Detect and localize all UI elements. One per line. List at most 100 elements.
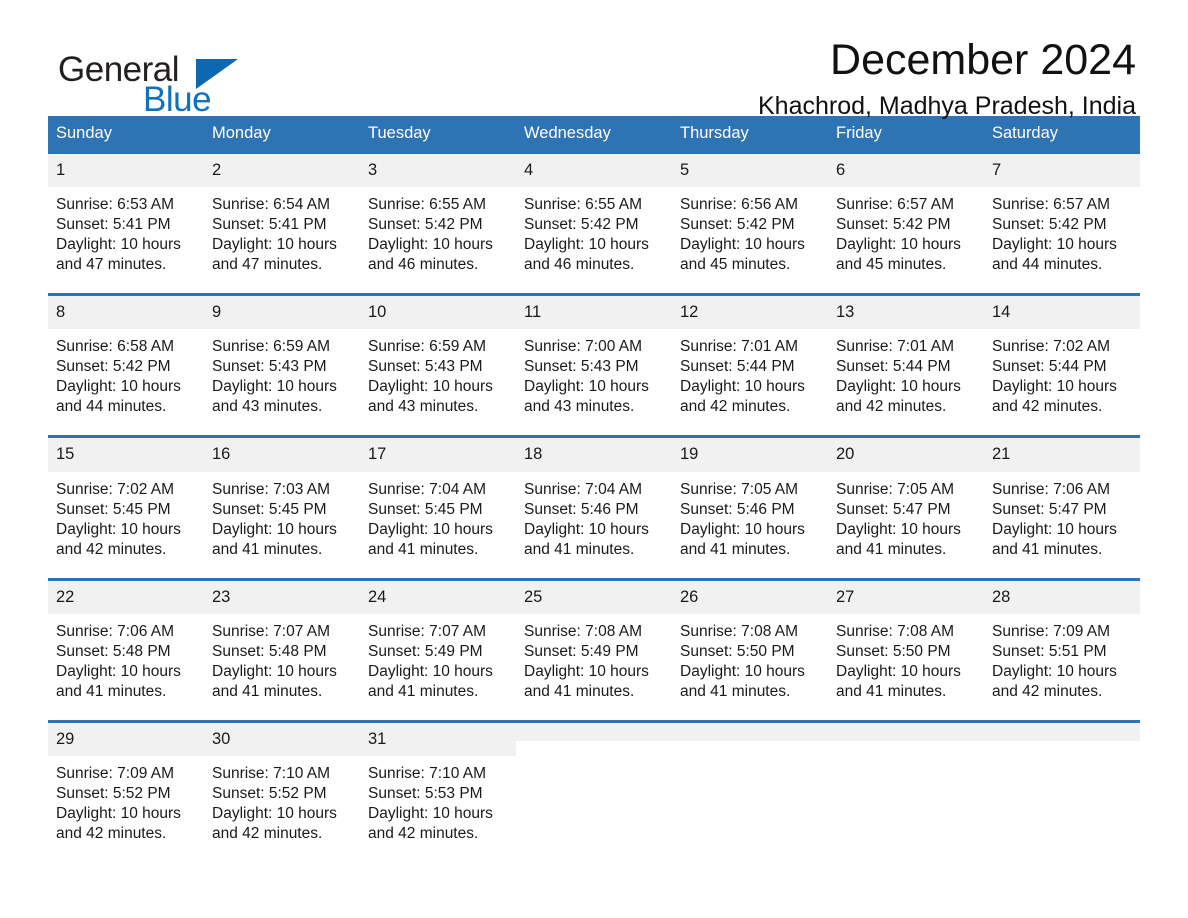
calendar-header-row: Sunday Monday Tuesday Wednesday Thursday… bbox=[48, 116, 1140, 153]
sunset-text: Sunset: 5:41 PM bbox=[212, 216, 327, 234]
sunset-text: Sunset: 5:42 PM bbox=[524, 216, 639, 234]
sunset-text: Sunset: 5:49 PM bbox=[524, 642, 639, 660]
daylight-text: Daylight: 10 hours and 41 minutes. bbox=[836, 662, 961, 700]
day-details: Sunrise: 7:09 AM Sunset: 5:52 PM Daylight:… bbox=[48, 756, 204, 846]
sunset-text: Sunset: 5:50 PM bbox=[836, 642, 951, 660]
sunset-text: Sunset: 5:44 PM bbox=[836, 358, 951, 376]
calendar-day-cell[interactable]: 31 Sunrise: 7:10 AM Sunset: 5:53 PM Dayligh… bbox=[360, 719, 516, 846]
calendar-day-cell[interactable]: 10 Sunrise: 6:59 AM Sunset: 5:43 PM Dayligh… bbox=[360, 293, 516, 420]
generalblue-logo[interactable]: General Blue bbox=[48, 38, 263, 119]
day-details: Sunrise: 7:05 AM Sunset: 5:46 PM Daylight:… bbox=[672, 472, 828, 562]
logo-text-blue: Blue bbox=[143, 80, 212, 119]
sunrise-text: Sunrise: 6:53 AM bbox=[56, 196, 175, 214]
calendar-day-cell[interactable]: 20 Sunrise: 7:05 AM Sunset: 5:47 PM Dayligh… bbox=[828, 435, 984, 562]
day-details: Sunrise: 7:02 AM Sunset: 5:44 PM Daylight:… bbox=[984, 329, 1140, 419]
calendar-day-cell[interactable]: 25 Sunrise: 7:08 AM Sunset: 5:49 PM Dayligh… bbox=[516, 577, 672, 704]
calendar-day-cell[interactable]: 4 Sunrise: 6:55 AM Sunset: 5:42 PM Daylight… bbox=[516, 151, 672, 278]
calendar-day-cell[interactable]: 30 Sunrise: 7:10 AM Sunset: 5:52 PM Dayligh… bbox=[204, 719, 360, 846]
sunset-text: Sunset: 5:45 PM bbox=[212, 500, 327, 518]
day-details: Sunrise: 7:00 AM Sunset: 5:43 PM Daylight:… bbox=[516, 329, 672, 419]
day-details: Sunrise: 6:59 AM Sunset: 5:43 PM Daylight:… bbox=[360, 329, 516, 419]
calendar-day-cell[interactable]: 28 Sunrise: 7:09 AM Sunset: 5:51 PM Dayligh… bbox=[984, 577, 1140, 704]
day-number: 26 bbox=[672, 580, 828, 614]
calendar-day-cell[interactable]: 19 Sunrise: 7:05 AM Sunset: 5:46 PM Dayligh… bbox=[672, 435, 828, 562]
calendar-day-cell[interactable]: 11 Sunrise: 7:00 AM Sunset: 5:43 PM Dayligh… bbox=[516, 293, 672, 420]
calendar-day-cell[interactable]: 14 Sunrise: 7:02 AM Sunset: 5:44 PM Dayligh… bbox=[984, 293, 1140, 420]
calendar-day-cell[interactable]: 23 Sunrise: 7:07 AM Sunset: 5:48 PM Dayligh… bbox=[204, 577, 360, 704]
day-details: Sunrise: 7:07 AM Sunset: 5:49 PM Daylight:… bbox=[360, 614, 516, 704]
sunrise-text: Sunrise: 7:01 AM bbox=[836, 338, 955, 356]
day-details: Sunrise: 7:04 AM Sunset: 5:45 PM Daylight:… bbox=[360, 472, 516, 562]
day-details: Sunrise: 6:57 AM Sunset: 5:42 PM Daylight:… bbox=[984, 187, 1140, 277]
calendar-day-cell[interactable]: 16 Sunrise: 7:03 AM Sunset: 5:45 PM Dayligh… bbox=[204, 435, 360, 562]
calendar-day-cell[interactable]: 3 Sunrise: 6:55 AM Sunset: 5:42 PM Daylight… bbox=[360, 151, 516, 278]
week-gap-cell bbox=[48, 703, 1140, 722]
sunrise-text: Sunrise: 7:08 AM bbox=[836, 622, 955, 640]
sunrise-text: Sunrise: 6:57 AM bbox=[836, 196, 955, 214]
calendar-day-cell[interactable]: 24 Sunrise: 7:07 AM Sunset: 5:49 PM Dayligh… bbox=[360, 577, 516, 704]
sunset-text: Sunset: 5:42 PM bbox=[992, 216, 1107, 234]
calendar-day-cell[interactable]: 2 Sunrise: 6:54 AM Sunset: 5:41 PM Daylight… bbox=[204, 151, 360, 278]
sunset-text: Sunset: 5:52 PM bbox=[56, 784, 171, 802]
day-details: Sunrise: 6:59 AM Sunset: 5:43 PM Daylight:… bbox=[204, 329, 360, 419]
day-number: 11 bbox=[516, 296, 672, 330]
calendar-day-cell[interactable]: 8 Sunrise: 6:58 AM Sunset: 5:42 PM Daylight… bbox=[48, 293, 204, 420]
daylight-text: Daylight: 10 hours and 42 minutes. bbox=[56, 804, 181, 842]
sunrise-text: Sunrise: 6:57 AM bbox=[992, 196, 1111, 214]
daylight-text: Daylight: 10 hours and 47 minutes. bbox=[56, 236, 181, 274]
day-number: 15 bbox=[48, 438, 204, 472]
calendar-day-cell[interactable]: 7 Sunrise: 6:57 AM Sunset: 5:42 PM Daylight… bbox=[984, 151, 1140, 278]
week-gap-cell bbox=[48, 561, 1140, 580]
calendar-day-cell[interactable]: 1 Sunrise: 6:53 AM Sunset: 5:41 PM Daylight… bbox=[48, 151, 204, 278]
calendar-day-cell[interactable]: 12 Sunrise: 7:01 AM Sunset: 5:44 PM Dayligh… bbox=[672, 293, 828, 420]
calendar-day-cell[interactable]: 22 Sunrise: 7:06 AM Sunset: 5:48 PM Dayligh… bbox=[48, 577, 204, 704]
daylight-text: Daylight: 10 hours and 44 minutes. bbox=[56, 378, 181, 416]
day-number: 30 bbox=[204, 722, 360, 756]
daylight-text: Daylight: 10 hours and 41 minutes. bbox=[836, 520, 961, 558]
daylight-text: Daylight: 10 hours and 43 minutes. bbox=[368, 378, 493, 416]
day-details: Sunrise: 6:55 AM Sunset: 5:42 PM Daylight:… bbox=[360, 187, 516, 277]
day-number: 31 bbox=[360, 722, 516, 756]
sunset-text: Sunset: 5:48 PM bbox=[56, 642, 171, 660]
day-number: 4 bbox=[516, 154, 672, 188]
sunrise-text: Sunrise: 7:02 AM bbox=[56, 480, 175, 498]
calendar-day-cell[interactable]: 13 Sunrise: 7:01 AM Sunset: 5:44 PM Dayligh… bbox=[828, 293, 984, 420]
calendar-day-cell[interactable]: 18 Sunrise: 7:04 AM Sunset: 5:46 PM Dayligh… bbox=[516, 435, 672, 562]
sunrise-text: Sunrise: 7:06 AM bbox=[56, 622, 175, 640]
calendar-day-cell[interactable]: 26 Sunrise: 7:08 AM Sunset: 5:50 PM Dayligh… bbox=[672, 577, 828, 704]
daylight-text: Daylight: 10 hours and 42 minutes. bbox=[212, 804, 337, 842]
sunset-text: Sunset: 5:43 PM bbox=[212, 358, 327, 376]
sunset-text: Sunset: 5:43 PM bbox=[368, 358, 483, 376]
daylight-text: Daylight: 10 hours and 47 minutes. bbox=[212, 236, 337, 274]
daylight-text: Daylight: 10 hours and 45 minutes. bbox=[836, 236, 961, 274]
calendar-week-row: 1 Sunrise: 6:53 AM Sunset: 5:41 PM Daylight… bbox=[48, 151, 1140, 278]
day-number: 8 bbox=[48, 296, 204, 330]
calendar-day-cell[interactable]: 15 Sunrise: 7:02 AM Sunset: 5:45 PM Dayligh… bbox=[48, 435, 204, 562]
day-details: Sunrise: 7:07 AM Sunset: 5:48 PM Daylight:… bbox=[204, 614, 360, 704]
daylight-text: Daylight: 10 hours and 43 minutes. bbox=[212, 378, 337, 416]
sunrise-sunset-calendar-table: Sunday Monday Tuesday Wednesday Thursday… bbox=[48, 116, 1140, 846]
calendar-day-cell[interactable]: 21 Sunrise: 7:06 AM Sunset: 5:47 PM Dayligh… bbox=[984, 435, 1140, 562]
calendar-day-cell[interactable]: 6 Sunrise: 6:57 AM Sunset: 5:42 PM Daylight… bbox=[828, 151, 984, 278]
sunset-text: Sunset: 5:44 PM bbox=[680, 358, 795, 376]
sunrise-text: Sunrise: 7:05 AM bbox=[836, 480, 955, 498]
day-number: 7 bbox=[984, 154, 1140, 188]
calendar-day-cell[interactable]: 9 Sunrise: 6:59 AM Sunset: 5:43 PM Daylight… bbox=[204, 293, 360, 420]
calendar-day-cell[interactable]: 17 Sunrise: 7:04 AM Sunset: 5:45 PM Dayligh… bbox=[360, 435, 516, 562]
sunrise-text: Sunrise: 6:56 AM bbox=[680, 196, 799, 214]
sunrise-text: Sunrise: 7:02 AM bbox=[992, 338, 1111, 356]
sunset-text: Sunset: 5:44 PM bbox=[992, 358, 1107, 376]
day-details: Sunrise: 7:09 AM Sunset: 5:51 PM Daylight:… bbox=[984, 614, 1140, 704]
page-subtitle: Khachrod, Madhya Pradesh, India bbox=[757, 92, 1136, 121]
sunset-text: Sunset: 5:47 PM bbox=[836, 500, 951, 518]
day-number bbox=[672, 722, 828, 741]
calendar-day-cell[interactable]: 5 Sunrise: 6:56 AM Sunset: 5:42 PM Daylight… bbox=[672, 151, 828, 278]
day-number bbox=[984, 722, 1140, 741]
week-gap-cell bbox=[48, 277, 1140, 295]
sunset-text: Sunset: 5:49 PM bbox=[368, 642, 483, 660]
day-details: Sunrise: 7:08 AM Sunset: 5:49 PM Daylight:… bbox=[516, 614, 672, 704]
day-details bbox=[672, 741, 828, 831]
day-details: Sunrise: 7:06 AM Sunset: 5:47 PM Daylight:… bbox=[984, 472, 1140, 562]
calendar-day-cell[interactable]: 29 Sunrise: 7:09 AM Sunset: 5:52 PM Dayligh… bbox=[48, 719, 204, 846]
calendar-day-cell[interactable]: 27 Sunrise: 7:08 AM Sunset: 5:50 PM Dayligh… bbox=[828, 577, 984, 704]
